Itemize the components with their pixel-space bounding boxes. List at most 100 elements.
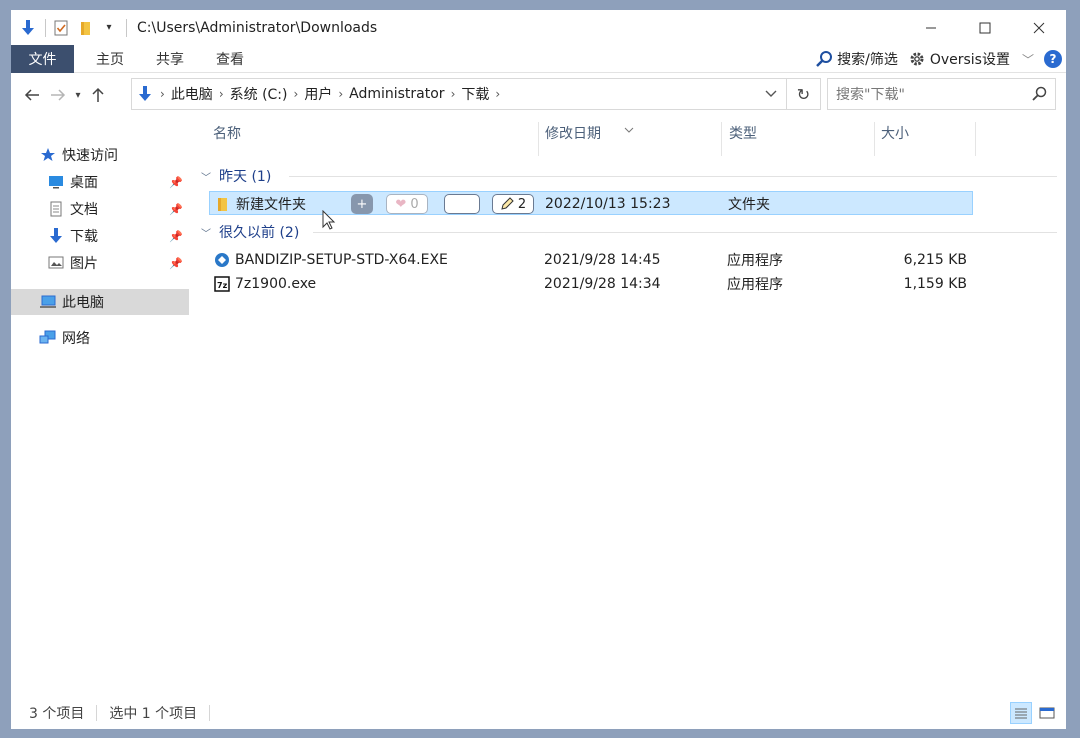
column-divider[interactable] <box>975 122 976 156</box>
note-button[interactable]: 2 <box>492 194 534 214</box>
breadcrumb-this-pc[interactable]: 此电脑 <box>171 84 213 104</box>
nav-quick-access[interactable]: 快速访问 <box>11 142 189 168</box>
help-icon[interactable]: ? <box>1044 50 1062 68</box>
search-icon <box>1031 86 1047 106</box>
breadcrumb-downloads[interactable]: 下载 <box>461 84 489 104</box>
maximize-button[interactable] <box>958 10 1012 45</box>
mouse-cursor-icon <box>322 210 336 234</box>
tab-home[interactable]: 主页 <box>80 45 140 73</box>
gear-icon <box>908 50 926 68</box>
address-row: ▾ › 此电脑 › 系统 (C:) › 用户 › Administrator ›… <box>11 75 1066 115</box>
svg-text:7z: 7z <box>217 281 228 290</box>
group-label: 很久以前 (2) <box>219 222 299 242</box>
column-header-type[interactable]: 类型 <box>729 116 757 150</box>
properties-checkbox-icon[interactable] <box>52 19 70 37</box>
search-placeholder: 搜索"下载" <box>836 84 905 104</box>
explorer-window: ▾ C:\Users\Administrator\Downloads 文件 主页… <box>11 10 1066 729</box>
sort-chevron-icon <box>624 122 634 137</box>
nav-label: 此电脑 <box>62 292 104 312</box>
search-filter-button[interactable]: 搜索/筛选 <box>815 49 898 69</box>
ribbon-right-tools: 搜索/筛选 Oversis设置 ﹀ ? <box>805 45 1062 73</box>
chevron-right-icon[interactable]: › <box>338 87 343 101</box>
large-icons-view-button[interactable] <box>1036 702 1058 724</box>
file-name: BANDIZIP-SETUP-STD-X64.EXE <box>235 248 448 272</box>
tab-share[interactable]: 共享 <box>140 45 200 73</box>
pin-icon[interactable]: 📌 <box>169 176 183 189</box>
group-label: 昨天 (1) <box>219 166 271 186</box>
chevron-right-icon[interactable]: › <box>495 87 500 101</box>
computer-icon <box>39 295 57 309</box>
7zip-icon: 7z <box>214 272 230 296</box>
column-divider[interactable] <box>874 122 875 156</box>
chevron-right-icon[interactable]: › <box>219 87 224 101</box>
oversis-settings-button[interactable]: Oversis设置 <box>908 49 1010 69</box>
table-row[interactable]: 7z 7z1900.exe 2021/9/28 14:34 应用程序 1,159… <box>209 272 973 296</box>
nav-label: 快速访问 <box>62 145 118 165</box>
column-header-modified[interactable]: 修改日期 <box>545 116 601 150</box>
new-folder-icon[interactable] <box>76 19 94 37</box>
network-icon <box>39 330 57 346</box>
like-button[interactable]: ❤ 0 <box>386 194 428 214</box>
empty-tag-button[interactable] <box>444 194 480 214</box>
picture-icon <box>47 256 65 270</box>
nav-label: 文档 <box>70 199 98 219</box>
customize-dropdown-icon[interactable]: ▾ <box>100 19 118 37</box>
heart-icon: ❤ <box>395 197 406 212</box>
pin-icon[interactable]: 📌 <box>169 230 183 243</box>
pin-icon[interactable]: 📌 <box>169 203 183 216</box>
nav-item-pictures[interactable]: 图片 📌 <box>11 250 189 276</box>
address-bar[interactable]: › 此电脑 › 系统 (C:) › 用户 › Administrator › 下… <box>131 78 821 110</box>
tab-view[interactable]: 查看 <box>200 45 260 73</box>
ribbon-expand-chevron-icon[interactable]: ﹀ <box>1022 51 1034 68</box>
column-divider[interactable] <box>538 122 539 156</box>
chevron-right-icon[interactable]: › <box>294 87 299 101</box>
quick-access-toolbar: ▾ C:\Users\Administrator\Downloads <box>11 10 377 45</box>
nav-item-documents[interactable]: 文档 📌 <box>11 196 189 222</box>
nav-network[interactable]: 网络 <box>11 325 189 351</box>
group-divider <box>289 176 1057 177</box>
breadcrumb-users[interactable]: 用户 <box>304 84 332 104</box>
view-switcher <box>1006 702 1058 724</box>
breadcrumb-administrator[interactable]: Administrator <box>349 86 444 102</box>
collapse-chevron-icon: ﹀ <box>201 169 211 184</box>
tab-file[interactable]: 文件 <box>11 45 74 73</box>
breadcrumb-system-c[interactable]: 系统 (C:) <box>230 84 288 104</box>
up-button[interactable] <box>85 80 111 110</box>
nav-label: 桌面 <box>70 172 98 192</box>
collapse-chevron-icon: ﹀ <box>201 225 211 240</box>
file-name: 新建文件夹 <box>236 192 306 216</box>
search-input[interactable]: 搜索"下载" <box>827 78 1056 110</box>
back-button[interactable] <box>19 80 45 110</box>
details-view-button[interactable] <box>1010 702 1032 724</box>
column-header-size[interactable]: 大小 <box>881 116 909 150</box>
file-type: 应用程序 <box>727 272 783 296</box>
chevron-right-icon[interactable]: › <box>451 87 456 101</box>
address-history-dropdown-icon[interactable] <box>758 79 784 109</box>
refresh-button[interactable]: ↻ <box>786 79 820 109</box>
item-count: 3 个项目 <box>11 703 96 723</box>
nav-item-desktop[interactable]: 桌面 📌 <box>11 169 189 195</box>
recent-locations-chevron-icon[interactable]: ▾ <box>71 80 85 110</box>
note-count: 2 <box>518 197 526 212</box>
file-modified: 2021/9/28 14:34 <box>544 272 661 296</box>
add-tag-button[interactable]: + <box>351 194 373 214</box>
pencil-icon <box>500 197 514 211</box>
selected-count: 选中 1 个项目 <box>97 703 209 723</box>
download-arrow-icon[interactable] <box>19 19 37 37</box>
column-divider[interactable] <box>721 122 722 156</box>
group-header-long-ago[interactable]: ﹀ 很久以前 (2) <box>201 221 299 243</box>
forward-button[interactable] <box>45 80 71 110</box>
installer-icon <box>214 248 230 272</box>
nav-this-pc[interactable]: 此电脑 <box>11 289 189 315</box>
group-header-yesterday[interactable]: ﹀ 昨天 (1) <box>201 165 271 187</box>
column-header-name[interactable]: 名称 <box>213 116 241 150</box>
table-row[interactable]: BANDIZIP-SETUP-STD-X64.EXE 2021/9/28 14:… <box>209 248 973 272</box>
file-size: 1,159 KB <box>809 272 967 296</box>
pin-icon[interactable]: 📌 <box>169 257 183 270</box>
window-title: C:\Users\Administrator\Downloads <box>137 20 377 36</box>
nav-item-downloads[interactable]: 下载 📌 <box>11 223 189 249</box>
magnifier-icon <box>815 50 833 68</box>
nav-label: 网络 <box>62 328 90 348</box>
close-button[interactable] <box>1012 10 1066 45</box>
minimize-button[interactable] <box>904 10 958 45</box>
